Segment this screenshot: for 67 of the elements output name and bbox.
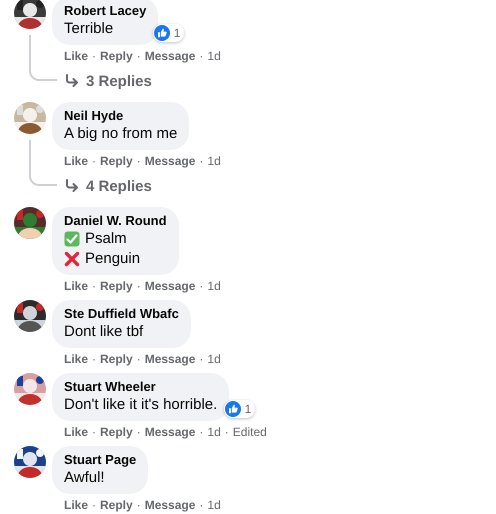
comment-text: Awful!: [64, 468, 105, 488]
separator-dot: ·: [136, 153, 141, 169]
timestamp[interactable]: 1d: [207, 278, 221, 294]
comment-text: Dont like tbf: [64, 322, 144, 342]
separator-dot: ·: [136, 424, 141, 440]
action-link[interactable]: Reply: [100, 351, 133, 367]
reaction-count[interactable]: 1: [224, 400, 256, 418]
author-name[interactable]: Neil Hyde: [64, 108, 178, 124]
timestamp[interactable]: 1d: [207, 497, 221, 513]
action-link[interactable]: Like: [64, 278, 88, 294]
action-link[interactable]: Message: [144, 153, 196, 169]
timestamp[interactable]: 1d: [207, 424, 221, 440]
separator-dot: ·: [136, 497, 141, 513]
action-link[interactable]: Reply: [100, 48, 133, 64]
action-link[interactable]: Reply: [100, 424, 133, 440]
cross-mark-icon: [64, 251, 80, 267]
separator-dot: ·: [199, 48, 204, 64]
comment-text: A big no from me: [64, 124, 178, 144]
separator-dot: ·: [92, 153, 96, 169]
action-link[interactable]: Message: [144, 278, 196, 294]
separator-dot: ·: [136, 48, 141, 64]
action-link[interactable]: Message: [144, 497, 196, 513]
action-link[interactable]: Message: [144, 424, 196, 440]
reply-arrow-icon: [64, 178, 80, 194]
separator-dot: ·: [92, 48, 96, 64]
separator-dot: ·: [92, 351, 96, 367]
reply-arrow-icon: [64, 73, 80, 89]
separator-dot: ·: [92, 497, 96, 513]
action-link[interactable]: Message: [144, 48, 196, 64]
timestamp[interactable]: 1d: [207, 48, 221, 64]
action-link[interactable]: Like: [64, 153, 88, 169]
thumbs-up-icon: [224, 401, 241, 417]
replies-link[interactable]: 4 Replies: [52, 174, 152, 198]
comment-text: Don't like it it's horrible.: [64, 395, 218, 415]
separator-dot: ·: [224, 424, 229, 440]
action-link[interactable]: Message: [144, 351, 196, 367]
separator-dot: ·: [199, 497, 204, 513]
timestamp[interactable]: 1d: [207, 351, 221, 367]
comment-text: Penguin: [85, 249, 140, 269]
timestamp[interactable]: 1d: [207, 153, 221, 169]
action-link[interactable]: Like: [64, 497, 88, 513]
action-link[interactable]: Reply: [100, 153, 133, 169]
author-name[interactable]: Ste Duffield Wbafc: [64, 306, 179, 322]
separator-dot: ·: [199, 153, 204, 169]
reaction-count[interactable]: 1: [152, 24, 184, 42]
separator-dot: ·: [199, 278, 204, 294]
action-link[interactable]: Like: [64, 424, 88, 440]
author-name[interactable]: Stuart Wheeler: [64, 379, 218, 395]
comment-text: Psalm: [85, 229, 127, 249]
replies-link[interactable]: 3 Replies: [52, 69, 152, 93]
separator-dot: ·: [92, 424, 96, 440]
separator-dot: ·: [199, 351, 204, 367]
action-link[interactable]: Reply: [100, 278, 133, 294]
author-name[interactable]: Robert Lacey: [64, 3, 146, 19]
check-mark-icon: [64, 231, 80, 247]
comment-text: Terrible: [64, 19, 114, 39]
author-name[interactable]: Daniel W. Round: [64, 213, 167, 229]
action-link[interactable]: Like: [64, 351, 88, 367]
separator-dot: ·: [136, 278, 141, 294]
thumbs-up-icon: [154, 25, 170, 41]
action-link[interactable]: Like: [64, 48, 88, 64]
edited-label: Edited: [232, 424, 267, 440]
separator-dot: ·: [199, 424, 204, 440]
separator-dot: ·: [92, 278, 96, 294]
separator-dot: ·: [136, 351, 141, 367]
author-name[interactable]: Stuart Page: [64, 452, 136, 468]
action-link[interactable]: Reply: [100, 497, 133, 513]
